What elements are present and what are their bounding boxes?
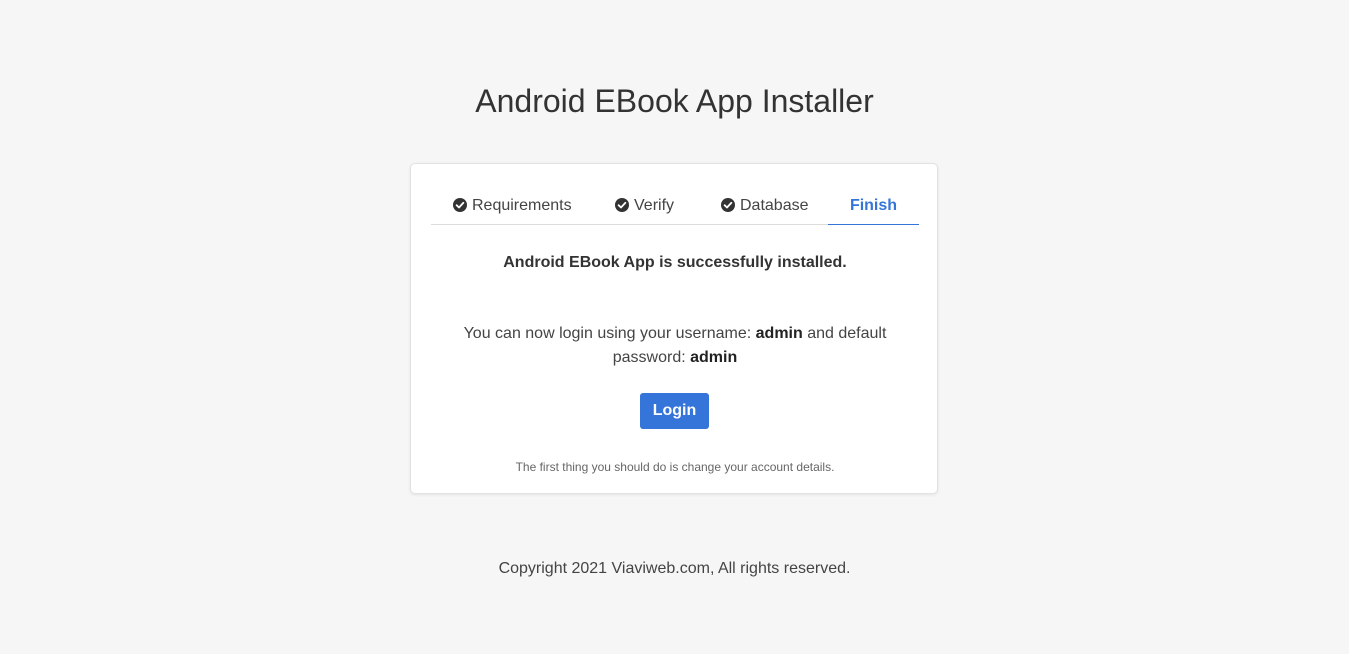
installer-card: Requirements Verify Database Finish Andr… — [410, 163, 938, 494]
step-tabs: Requirements Verify Database Finish — [431, 190, 919, 225]
tab-verify-label: Verify — [634, 197, 675, 214]
installer-page: Android EBook App Installer Requirements… — [0, 0, 1349, 654]
success-message: Android EBook App is successfully instal… — [503, 254, 847, 271]
tab-requirements[interactable]: Requirements — [453, 190, 572, 225]
check-circle-icon — [615, 198, 629, 212]
login-text-prefix: You can now login using your username: — [463, 325, 752, 342]
tab-requirements-label: Requirements — [472, 197, 572, 214]
page-title: Android EBook App Installer — [475, 83, 874, 119]
check-circle-icon — [721, 198, 735, 212]
account-hint: The first thing you should do is change … — [515, 460, 835, 474]
tab-finish[interactable]: Finish — [828, 190, 919, 225]
tab-database-label: Database — [740, 197, 809, 214]
login-button[interactable]: Login — [640, 393, 709, 429]
footer-copyright: Copyright 2021 Viaviweb.com, All rights … — [498, 560, 851, 577]
check-circle-icon — [453, 198, 467, 212]
tab-finish-label: Finish — [849, 197, 898, 214]
login-info: You can now login using your username: a… — [451, 322, 899, 370]
username-value: admin — [755, 325, 803, 342]
tab-verify[interactable]: Verify — [615, 190, 674, 225]
tab-database[interactable]: Database — [721, 190, 809, 225]
password-value: admin — [690, 349, 738, 366]
